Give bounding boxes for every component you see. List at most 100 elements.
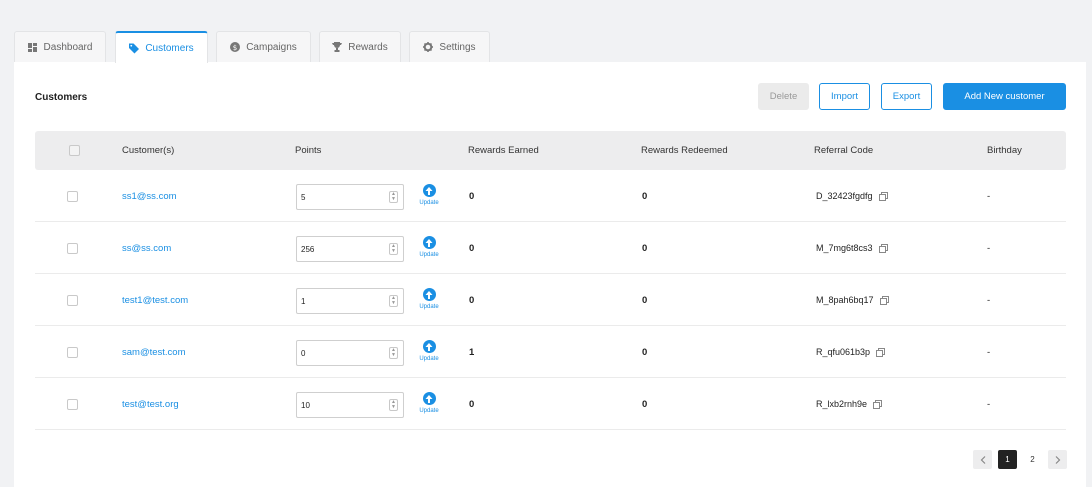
trophy-icon — [332, 42, 343, 52]
customers-panel: Customers Delete Import Export Add New c… — [14, 62, 1086, 487]
rewards-redeemed-value: 0 — [642, 295, 648, 306]
points-value: 1 — [301, 296, 306, 306]
table-row: ss1@ss.com 5 ▲ ▼ Update 0 0 D_32423fgdfg … — [35, 170, 1066, 222]
copy-icon[interactable] — [878, 191, 888, 201]
rewards-earned-value: 0 — [469, 191, 475, 202]
rewards-redeemed-value: 0 — [642, 399, 648, 410]
copy-icon[interactable] — [879, 295, 889, 305]
points-spinner[interactable]: ▲ ▼ — [389, 191, 398, 203]
points-spinner[interactable]: ▲ ▼ — [389, 399, 398, 411]
row-checkbox[interactable] — [67, 295, 78, 306]
table-row: ss@ss.com 256 ▲ ▼ Update 0 0 M_7mg6t8cs3 … — [35, 222, 1066, 274]
points-input[interactable]: 5 ▲ ▼ — [296, 184, 404, 210]
copy-icon[interactable] — [878, 243, 888, 253]
tab-customers[interactable]: Customers — [115, 31, 208, 63]
update-points-button[interactable]: Update — [417, 236, 441, 258]
referral-code-cell: D_32423fgdfg — [816, 191, 888, 201]
customer-email-link[interactable]: sam@test.com — [122, 347, 186, 358]
points-input[interactable]: 10 ▲ ▼ — [296, 392, 404, 418]
birthday-value: - — [987, 243, 991, 254]
customers-table: Customer(s) Points Rewards Earned Reward… — [35, 131, 1066, 430]
update-label: Update — [419, 252, 439, 258]
table-row: test1@test.com 1 ▲ ▼ Update 0 0 M_8pah6bq… — [35, 274, 1066, 326]
row-checkbox[interactable] — [67, 347, 78, 358]
chevron-down-icon[interactable]: ▼ — [391, 301, 396, 306]
chevron-down-icon[interactable]: ▼ — [391, 249, 396, 254]
page-title: Customers — [35, 92, 88, 103]
points-input[interactable]: 256 ▲ ▼ — [296, 236, 404, 262]
arrow-up-icon — [422, 392, 436, 405]
customer-email-link[interactable]: ss@ss.com — [122, 243, 171, 254]
points-input[interactable]: 1 ▲ ▼ — [296, 288, 404, 314]
next-page-button[interactable] — [1048, 450, 1067, 469]
update-label: Update — [419, 304, 439, 310]
copy-icon[interactable] — [873, 399, 883, 409]
tab-rewards[interactable]: Rewards — [319, 31, 401, 62]
tab-settings[interactable]: Settings — [409, 31, 490, 62]
referral-code: M_8pah6bq17 — [816, 295, 874, 305]
birthday-value: - — [987, 399, 991, 410]
row-checkbox[interactable] — [67, 243, 78, 254]
referral-code: D_32423fgdfg — [816, 191, 873, 201]
copy-icon[interactable] — [876, 347, 886, 357]
delete-button[interactable]: Delete — [758, 83, 809, 110]
referral-code-cell: M_8pah6bq17 — [816, 295, 889, 305]
points-spinner[interactable]: ▲ ▼ — [389, 243, 398, 255]
arrow-up-icon — [422, 288, 436, 301]
prev-page-button[interactable] — [973, 450, 992, 469]
row-checkbox[interactable] — [67, 191, 78, 202]
birthday-value: - — [987, 295, 991, 306]
export-button[interactable]: Export — [881, 83, 932, 110]
page-2-button[interactable]: 2 — [1023, 450, 1042, 469]
update-points-button[interactable]: Update — [417, 392, 441, 414]
chevron-down-icon[interactable]: ▼ — [391, 405, 396, 410]
referral-code-cell: R_qfu061b3p — [816, 347, 886, 357]
table-header: Customer(s) Points Rewards Earned Reward… — [35, 131, 1066, 170]
points-value: 256 — [301, 244, 315, 254]
tab-rewards-label: Rewards — [348, 41, 388, 53]
tag-icon — [129, 43, 140, 53]
header-birthday[interactable]: Birthday — [987, 145, 1022, 156]
tab-campaigns-label: Campaigns — [246, 41, 297, 53]
tab-campaigns[interactable]: $ Campaigns — [216, 31, 311, 62]
gear-icon — [423, 42, 434, 52]
update-label: Update — [419, 356, 439, 362]
header-referral-code[interactable]: Referral Code — [814, 145, 873, 156]
dollar-icon: $ — [230, 42, 241, 52]
update-points-button[interactable]: Update — [417, 288, 441, 310]
page-1-button[interactable]: 1 — [998, 450, 1017, 469]
customer-email-link[interactable]: test@test.org — [122, 399, 179, 410]
row-checkbox[interactable] — [67, 399, 78, 410]
rewards-redeemed-value: 0 — [642, 347, 648, 358]
customer-email-link[interactable]: ss1@ss.com — [122, 191, 177, 202]
rewards-earned-value: 0 — [469, 295, 475, 306]
header-rewards-earned[interactable]: Rewards Earned — [468, 145, 539, 156]
chevron-down-icon[interactable]: ▼ — [391, 353, 396, 358]
update-points-button[interactable]: Update — [417, 340, 441, 362]
select-all-checkbox[interactable] — [69, 145, 80, 156]
svg-text:$: $ — [233, 44, 237, 52]
header-customer[interactable]: Customer(s) — [122, 145, 174, 156]
points-spinner[interactable]: ▲ ▼ — [389, 295, 398, 307]
points-spinner[interactable]: ▲ ▼ — [389, 347, 398, 359]
referral-code: M_7mg6t8cs3 — [816, 243, 873, 253]
points-value: 10 — [301, 400, 310, 410]
rewards-earned-value: 0 — [469, 243, 475, 254]
arrow-up-icon — [422, 340, 436, 353]
grid-icon — [28, 42, 38, 52]
header-points[interactable]: Points — [295, 145, 321, 156]
import-button[interactable]: Import — [819, 83, 870, 110]
chevron-left-icon — [980, 455, 985, 464]
add-customer-button[interactable]: Add New customer — [943, 83, 1066, 110]
header-rewards-redeemed[interactable]: Rewards Redeemed — [641, 145, 728, 156]
table-row: test@test.org 10 ▲ ▼ Update 0 0 R_lxb2rnh… — [35, 378, 1066, 430]
referral-code: R_lxb2rnh9e — [816, 399, 868, 409]
update-points-button[interactable]: Update — [417, 184, 441, 206]
referral-code: R_qfu061b3p — [816, 347, 871, 357]
points-input[interactable]: 0 ▲ ▼ — [296, 340, 404, 366]
tab-dashboard[interactable]: Dashboard — [14, 31, 106, 62]
chevron-down-icon[interactable]: ▼ — [391, 197, 396, 202]
points-value: 5 — [301, 192, 306, 202]
customer-email-link[interactable]: test1@test.com — [122, 295, 188, 306]
chevron-right-icon — [1055, 455, 1060, 464]
